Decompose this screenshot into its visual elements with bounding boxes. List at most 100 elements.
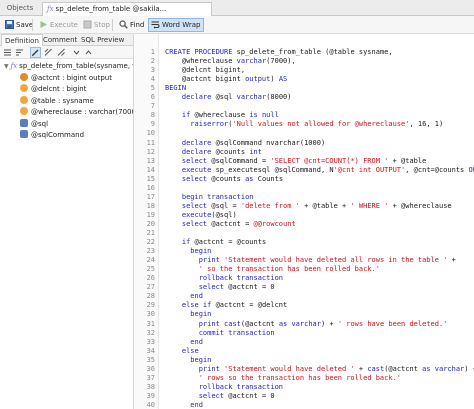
- code-line[interactable]: declare @counts int: [165, 148, 262, 156]
- code-line[interactable]: print 'Statement would have deleted ' + …: [165, 365, 474, 373]
- line-number: 36: [146, 364, 155, 373]
- find-button[interactable]: Find: [117, 18, 147, 32]
- code-line[interactable]: select @sqlCommand = 'SELECT @cnt=COUNT(…: [165, 157, 426, 165]
- code-line[interactable]: begin: [165, 356, 211, 364]
- chevron-down-icon[interactable]: ▼: [4, 63, 9, 70]
- code-line[interactable]: print cast(@actcnt as varchar) + ' rows …: [165, 320, 448, 328]
- code-token: , 16, 1): [409, 120, 444, 129]
- code-line[interactable]: print 'Statement would have deleted all …: [165, 256, 456, 264]
- tree-root[interactable]: ▼ ƒx sp_delete_from_table(sysname, va: [0, 61, 133, 73]
- tree-item-parameter[interactable]: @sqlCommand: [0, 130, 133, 142]
- tab-definition[interactable]: Definition: [1, 34, 43, 46]
- word-wrap-toggle[interactable]: Word Wrap: [148, 18, 205, 32]
- toolbar: Save Execute Stop Find Word Wrap: [0, 16, 474, 34]
- line-number: 14: [146, 165, 155, 174]
- code-line[interactable]: begin: [165, 247, 211, 255]
- code-line[interactable]: end: [165, 292, 203, 300]
- code-line[interactable]: select @actcnt = @@rowcount: [165, 220, 296, 228]
- toolbar-separator: [32, 19, 33, 31]
- edit-pencil-icon[interactable]: [30, 47, 41, 58]
- code-token: begin transaction: [181, 192, 254, 201]
- code-line[interactable]: end: [165, 401, 203, 409]
- tree-item-parameter[interactable]: @delcnt : bigint: [0, 84, 133, 96]
- code-token: else: [181, 346, 199, 355]
- code-line[interactable]: CREATE PROCEDURE sp_delete_from_table (@…: [165, 48, 393, 56]
- code-line[interactable]: execute(@sql): [165, 211, 237, 219]
- code-line[interactable]: BEGIN: [165, 84, 186, 92]
- code-token: begin: [190, 247, 212, 256]
- code-token: 'SELECT @cnt=COUNT(*) FROM ': [270, 156, 389, 165]
- tree-item-parameter[interactable]: @whereclause : varchar(7000): [0, 107, 133, 119]
- line-number: 1: [150, 48, 155, 56]
- function-icon: ƒx: [47, 5, 54, 13]
- code-token: 'delete from ': [240, 201, 300, 210]
- code-token: '@cnt int OUTPUT': [333, 165, 406, 174]
- code-line[interactable]: ' so the transaction has been rolled bac…: [165, 265, 380, 273]
- code-line[interactable]: select @sql = 'delete from ' + @table + …: [165, 202, 452, 210]
- line-number: 28: [146, 292, 155, 301]
- list-view-icon[interactable]: [3, 48, 12, 57]
- code-line[interactable]: select @actcnt = 0: [165, 392, 275, 400]
- code-line[interactable]: @actcnt bigint output) AS: [165, 75, 287, 83]
- code-line[interactable]: begin: [165, 310, 211, 318]
- tab-sql-preview[interactable]: SQL Preview: [78, 34, 127, 46]
- tab-objects[interactable]: Objects: [2, 2, 38, 16]
- tree-item-parameter[interactable]: @sql: [0, 118, 133, 131]
- tab-comment[interactable]: Comment: [40, 34, 80, 46]
- code-token: execute: [181, 165, 212, 174]
- code-line[interactable]: else: [165, 347, 199, 355]
- code-token: BEGIN: [165, 84, 187, 93]
- sql-editor[interactable]: 1 2 3 4 5 6 7 8 9 10 11 12 13 14 15 16 17 18 19 20 21 22 23 24 2…: [135, 34, 474, 409]
- code-line[interactable]: declare @sqlCommand nvarchar(1000): [165, 139, 325, 147]
- code-token: @counts: [211, 147, 250, 156]
- clear-icon[interactable]: [57, 48, 66, 57]
- line-number: 17: [146, 192, 155, 201]
- code-line[interactable]: commit transaction: [165, 329, 275, 337]
- code-token: commit transaction: [198, 328, 275, 337]
- code-line[interactable]: select @actcnt = 0: [165, 283, 275, 291]
- toolbar-separator: [112, 19, 113, 31]
- chevron-up-icon[interactable]: [84, 48, 93, 57]
- code-token: select: [181, 174, 208, 183]
- code-token: begin: [190, 355, 212, 364]
- code-token: sp_executesql @sqlCommand, N: [211, 165, 334, 174]
- stop-button[interactable]: Stop: [81, 18, 113, 32]
- code-line[interactable]: rollback transaction: [165, 274, 283, 282]
- tree-item-parameter[interactable]: @table : sysname: [0, 95, 133, 108]
- sort-icon[interactable]: [15, 48, 24, 57]
- code-line[interactable]: if @actcnt = @counts: [165, 238, 266, 246]
- tab-procedure-label: sp_delete_from_table @sakila...: [55, 5, 167, 13]
- parameter-icon: [20, 107, 28, 115]
- code-line[interactable]: rollback transaction: [165, 383, 283, 391]
- word-wrap-icon: [151, 21, 160, 29]
- code-line[interactable]: ' rows so the transaction has been rolle…: [165, 374, 401, 382]
- parameter-icon: [20, 95, 28, 104]
- line-number: 39: [146, 391, 155, 400]
- code-line[interactable]: else if @actcnt = @delcnt: [165, 301, 287, 309]
- code-line[interactable]: if @whereclause is null: [165, 111, 279, 119]
- code-token: else if: [181, 301, 212, 310]
- code-token: 'Statement would have deleted ': [224, 364, 355, 373]
- variable-icon: [20, 130, 28, 138]
- code-line[interactable]: select @counts as Counts: [165, 175, 283, 183]
- tree-item-parameter[interactable]: @actcnt : bigint output: [0, 72, 133, 85]
- code-line[interactable]: @whereclause varchar(7000),: [165, 57, 296, 65]
- line-number: 16: [146, 183, 155, 192]
- code-line[interactable]: end: [165, 338, 203, 346]
- code-line[interactable]: execute sp_executesql @sqlCommand, N'@cn…: [165, 166, 474, 174]
- code-token: (@sql): [211, 210, 237, 219]
- code-token: @sqlCommand nvarchar(1000): [211, 138, 326, 147]
- code-line[interactable]: begin transaction: [165, 193, 254, 201]
- code-line[interactable]: raiserror('Null values not allowed for @…: [165, 120, 443, 128]
- chevron-down-icon[interactable]: [72, 48, 81, 57]
- code-line[interactable]: @delcnt bigint,: [165, 66, 245, 74]
- execute-button[interactable]: Execute: [37, 18, 81, 32]
- tab-procedure[interactable]: ƒx sp_delete_from_table @sakila...: [42, 2, 212, 16]
- code-line[interactable]: declare @sql varchar(8000): [165, 93, 292, 101]
- line-number: 8: [150, 111, 155, 120]
- filter-icon[interactable]: [44, 48, 53, 57]
- code-token: @actcnt = @delcnt: [211, 301, 288, 310]
